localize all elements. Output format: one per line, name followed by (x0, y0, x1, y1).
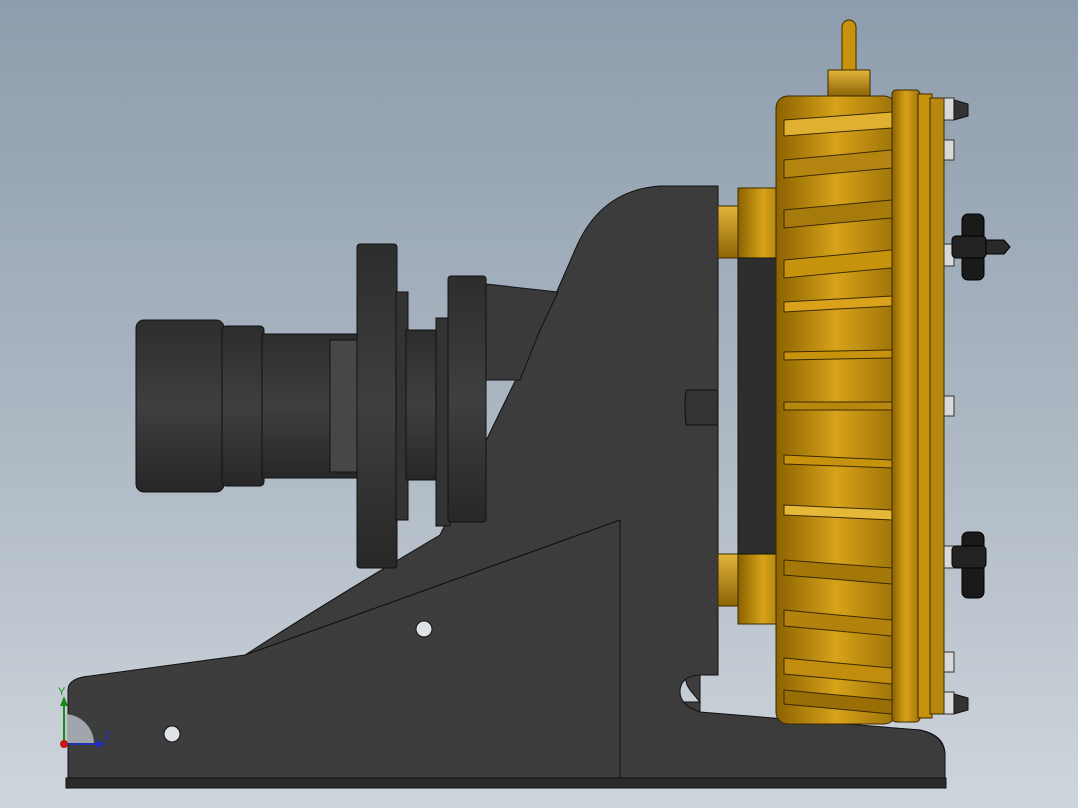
lifting-handle (827, 19, 871, 97)
triad-z-label: Z (104, 730, 111, 742)
pump-assembly-model[interactable] (0, 0, 1078, 808)
bracket-slot (684, 389, 719, 426)
triad-y-label: Y (58, 686, 66, 698)
mount-hole (163, 725, 181, 743)
cover-bolts (943, 97, 969, 715)
graphics-viewport[interactable]: Y Z (0, 0, 1078, 808)
coordinate-triad: Y Z (52, 686, 122, 756)
mount-hole (415, 620, 433, 638)
front-cover (891, 89, 945, 723)
star-knob (951, 531, 987, 599)
star-knob (951, 213, 1011, 281)
